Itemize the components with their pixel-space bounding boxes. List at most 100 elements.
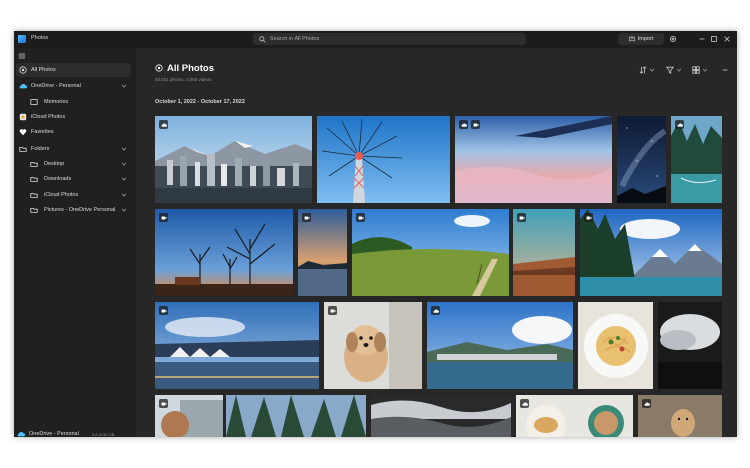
chevron-down-icon[interactable]	[121, 83, 127, 89]
maximize-icon[interactable]	[710, 35, 718, 43]
filter-button[interactable]	[666, 65, 682, 74]
cloud-icon	[432, 308, 439, 313]
chevron-down-icon	[649, 68, 655, 72]
sidebar-item-icloud-photos[interactable]: iCloud Photos	[16, 110, 131, 124]
sidebar-item-label: Downloads	[44, 176, 72, 182]
more-options-button[interactable]	[721, 65, 729, 74]
sidebar-item-label: Desktop	[44, 161, 65, 167]
photo-tile[interactable]	[155, 209, 293, 296]
video-icon	[161, 216, 166, 219]
photo-tile[interactable]	[371, 395, 511, 437]
photo-tile[interactable]	[155, 116, 312, 203]
page-title: All Photos	[167, 63, 214, 74]
sidebar-item-desktop[interactable]: Desktop	[16, 157, 131, 171]
sidebar-item-label: Pictures - OneDrive Personal	[44, 207, 116, 213]
photos-icon	[19, 66, 27, 74]
sidebar-item-all-photos[interactable]: All Photos	[16, 63, 131, 77]
photo-tile[interactable]	[298, 209, 347, 296]
forest-bottom-photo	[226, 395, 366, 437]
video-icon	[586, 216, 591, 219]
chevron-down-icon[interactable]	[121, 176, 127, 182]
folder-icon	[19, 147, 27, 152]
sidebar-item-folders[interactable]: Folders	[16, 142, 131, 156]
storm-clouds-photo	[658, 302, 722, 389]
sidebar-item-downloads[interactable]: Downloads	[16, 172, 131, 186]
photo-tile[interactable]	[658, 302, 722, 389]
photo-tile[interactable]	[638, 395, 722, 437]
lakeside-evening-photo	[298, 209, 347, 296]
photos-app-icon	[18, 35, 26, 43]
icloud-icon	[19, 113, 27, 121]
cloud-icon	[19, 83, 27, 89]
hamburger-menu-icon[interactable]	[18, 52, 26, 60]
photo-tile[interactable]	[516, 395, 633, 437]
sidebar-item-pictures-onedrive[interactable]: Pictures - OneDrive Personal	[16, 203, 131, 217]
search-box[interactable]: Search in All Photos	[253, 33, 526, 45]
cloud-badge	[675, 120, 684, 129]
airplane-window-view-photo	[455, 116, 612, 203]
photo-tile[interactable]	[617, 116, 666, 203]
green-meadow-photo	[352, 209, 509, 296]
import-button[interactable]: Import	[618, 33, 664, 45]
photo-tile[interactable]	[671, 116, 722, 203]
lake-forest-photo	[671, 116, 722, 203]
settings-gear-icon[interactable]	[669, 35, 677, 43]
beach-waves-photo	[371, 395, 511, 437]
photo-tile[interactable]	[352, 209, 509, 296]
red-cliff-coast-photo	[513, 209, 575, 296]
import-label: Import	[637, 36, 654, 42]
sidebar-item-onedrive-personal[interactable]: OneDrive - Personal	[16, 79, 131, 93]
chevron-down-icon[interactable]	[121, 146, 127, 152]
photo-tile[interactable]	[317, 116, 450, 203]
video-icon	[304, 216, 309, 219]
photo-tile[interactable]	[155, 302, 319, 389]
photo-tile[interactable]	[455, 116, 612, 203]
grid-view-icon	[692, 65, 700, 74]
photo-tile[interactable]	[427, 302, 573, 389]
app-title: Photos	[31, 35, 49, 41]
cloud-icon	[17, 431, 25, 437]
photo-tile[interactable]	[324, 302, 422, 389]
video-badge	[159, 306, 168, 315]
chevron-down-icon[interactable]	[121, 161, 127, 167]
photo-tile[interactable]	[580, 209, 722, 296]
sidebar-item-label: iCloud Photos	[44, 192, 79, 198]
chevron-down-icon	[702, 68, 708, 72]
sort-button[interactable]	[639, 65, 655, 74]
import-icon	[629, 36, 635, 42]
chevron-down-icon	[676, 68, 682, 72]
winter-sunset-trees-photo	[155, 209, 293, 296]
photo-tile[interactable]	[155, 395, 223, 437]
sidebar-item-label: Memories	[44, 99, 69, 105]
date-range-header: October 1, 2022 - October 17, 2022	[155, 99, 245, 105]
search-input[interactable]: Search in All Photos	[270, 36, 319, 42]
sidebar-item-icloud-photos-folder[interactable]: iCloud Photos	[16, 188, 131, 202]
close-icon[interactable]	[723, 35, 731, 43]
cloud-badge	[642, 399, 651, 408]
video-icon	[161, 402, 166, 405]
photo-tile[interactable]	[226, 395, 366, 437]
video-icon	[519, 216, 524, 219]
chevron-down-icon[interactable]	[121, 207, 127, 213]
cloud-badge	[459, 120, 468, 129]
photos-window: Photos Search in All Photos Import All P…	[14, 31, 737, 437]
photo-tile[interactable]	[578, 302, 653, 389]
video-badge	[328, 306, 337, 315]
filter-icon	[666, 66, 674, 74]
onedrive-storage-status[interactable]: OneDrive - Personal 0.8 of 50 GB	[14, 426, 136, 437]
view-size-button[interactable]	[692, 65, 708, 74]
storage-usage-text: 0.8 of 50 GB	[92, 432, 115, 437]
video-badge	[159, 213, 168, 222]
minimize-icon[interactable]	[698, 35, 706, 43]
sidebar-item-memories[interactable]: Memories	[16, 95, 131, 109]
sidebar-item-label: OneDrive - Personal	[31, 83, 81, 89]
sidebar-item-favorites[interactable]: Favorites	[16, 125, 131, 139]
chevron-down-icon[interactable]	[121, 192, 127, 198]
video-icon	[330, 309, 335, 312]
pasta-plate-photo	[578, 302, 653, 389]
sort-icon	[639, 65, 647, 74]
video-icon	[358, 216, 363, 219]
photo-tile[interactable]	[513, 209, 575, 296]
cloud-badge	[431, 306, 440, 315]
cloud-icon	[460, 122, 467, 127]
